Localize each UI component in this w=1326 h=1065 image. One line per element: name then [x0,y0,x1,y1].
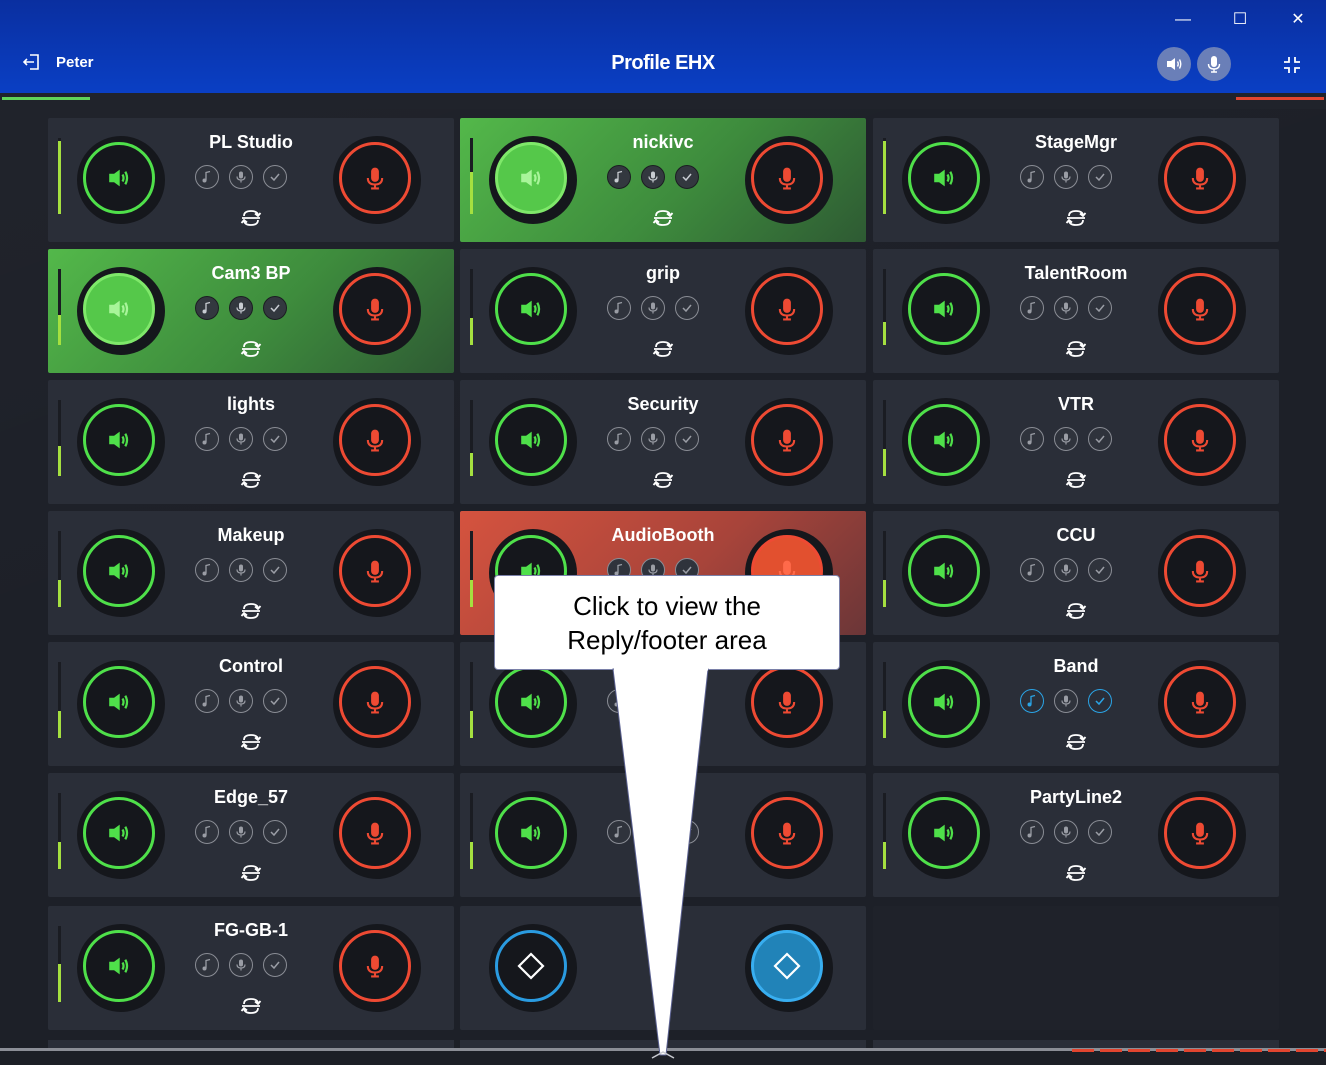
callout-pointer [612,667,709,1059]
